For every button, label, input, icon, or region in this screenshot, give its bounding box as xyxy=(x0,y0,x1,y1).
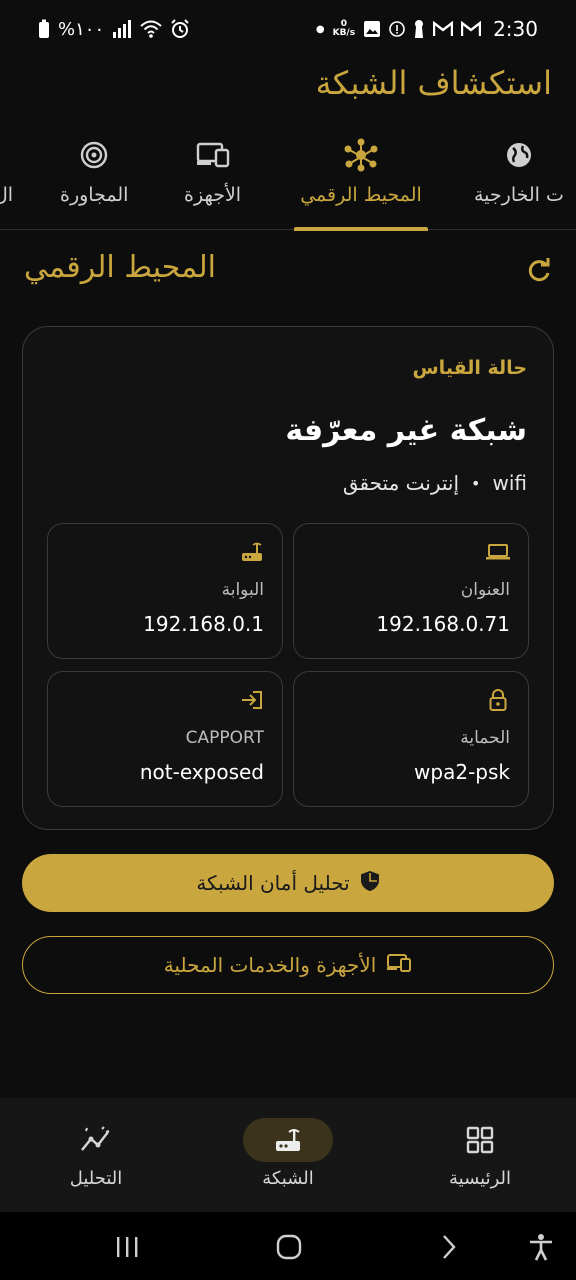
network-name: شبكة غير معرّفة xyxy=(285,413,527,448)
separator-dot: • xyxy=(471,473,481,493)
security-analysis-button[interactable]: تحليل أمان الشبكة xyxy=(22,854,554,912)
tab-digital-surroundings-label: المحيط الرقمي xyxy=(300,184,422,206)
status-bar: %١٠٠ ● 0 KB/s 2:30 xyxy=(0,0,576,58)
tab-devices[interactable]: الأجهزة xyxy=(184,132,241,230)
address-label: العنوان xyxy=(460,580,510,600)
router-icon xyxy=(240,540,264,564)
info-icon xyxy=(389,21,405,37)
app-title: استكشاف الشبكة xyxy=(315,64,552,102)
alarm-icon xyxy=(170,19,190,39)
tab-devices-label: الأجهزة xyxy=(184,184,242,206)
security-analysis-label: تحليل أمان الشبكة xyxy=(196,871,350,895)
wifi-icon xyxy=(140,20,162,38)
shield-icon xyxy=(360,870,380,897)
nav-network-label: الشبكة xyxy=(262,1168,314,1189)
image-icon xyxy=(363,20,381,38)
refresh-icon[interactable] xyxy=(524,256,554,286)
system-navigation xyxy=(0,1212,576,1280)
devices-services-label: الأجهزة والخدمات المحلية xyxy=(163,953,377,977)
nav-network[interactable]: الشبكة xyxy=(192,1098,384,1212)
nav-home[interactable]: الرئيسية xyxy=(384,1098,576,1212)
tile-address: العنوان 192.168.0.71 xyxy=(293,523,529,659)
gateway-label: البوابة xyxy=(221,580,264,600)
keyhole-icon xyxy=(413,19,425,39)
recents-icon[interactable] xyxy=(110,1230,144,1264)
gateway-value: 192.168.0.1 xyxy=(143,612,264,636)
tab-external-label: ت الخارجية xyxy=(474,184,564,206)
nav-analysis-label: التحليل xyxy=(69,1168,123,1189)
security-value: wpa2-psk xyxy=(414,760,510,784)
tile-security: الحماية wpa2-psk xyxy=(293,671,529,807)
back-icon[interactable] xyxy=(432,1230,466,1264)
status-right: ● 0 KB/s 2:30 xyxy=(316,17,538,41)
app-title-bar: استكشاف الشبكة xyxy=(24,64,552,102)
bottom-navigation: الرئيسية الشبكة التحليل xyxy=(0,1098,576,1212)
status-left: %١٠٠ xyxy=(38,19,190,40)
lock-icon xyxy=(486,688,510,712)
battery-text: %١٠٠ xyxy=(58,18,105,40)
tab-partial-label: ال xyxy=(0,184,14,206)
hub-icon xyxy=(344,132,378,178)
accessibility-icon[interactable] xyxy=(524,1230,558,1264)
capport-label: CAPPORT xyxy=(185,728,264,748)
radar-icon xyxy=(80,132,108,178)
grid-icon xyxy=(435,1118,525,1162)
analytics-icon xyxy=(51,1118,141,1162)
tab-nearby-label: المجاورة xyxy=(60,184,129,206)
home-icon[interactable] xyxy=(272,1230,306,1264)
nav-home-label: الرئيسية xyxy=(449,1168,511,1189)
clock: 2:30 xyxy=(493,17,538,41)
tab-nearby[interactable]: المجاورة xyxy=(60,132,128,230)
login-icon xyxy=(240,688,264,712)
section-title: المحيط الرقمي xyxy=(24,250,216,285)
active-tab-indicator xyxy=(294,227,428,231)
dot-icon: ● xyxy=(315,23,325,35)
devices-icon xyxy=(196,132,230,178)
router-icon xyxy=(243,1118,333,1162)
network-speed: 0 KB/s xyxy=(332,19,356,38)
capport-value: not-exposed xyxy=(139,760,264,784)
globe-icon xyxy=(505,132,533,178)
devices-services-button[interactable]: الأجهزة والخدمات المحلية xyxy=(22,936,554,994)
security-label: الحماية xyxy=(460,728,510,748)
address-value: 192.168.0.71 xyxy=(376,612,510,636)
measurement-card: حالة القياس شبكة غير معرّفة wifi • إنترن… xyxy=(22,326,554,830)
tab-digital-surroundings[interactable]: المحيط الرقمي xyxy=(294,132,428,231)
measurement-status-label: حالة القياس xyxy=(412,357,527,379)
gmail-icon-2 xyxy=(461,21,482,37)
laptop-icon xyxy=(486,540,510,564)
connection-type: wifi xyxy=(492,471,527,495)
devices-icon xyxy=(386,953,412,978)
tile-capport: CAPPORT not-exposed xyxy=(47,671,283,807)
internet-status: إنترنت متحقق xyxy=(342,471,460,495)
gmail-icon xyxy=(433,21,454,37)
signal-icon xyxy=(112,20,132,38)
tab-external[interactable]: ت الخارجية xyxy=(474,132,564,230)
tab-partial[interactable]: ال xyxy=(0,132,13,230)
battery-icon xyxy=(38,19,50,39)
tile-gateway: البوابة 192.168.0.1 xyxy=(47,523,283,659)
network-subtitle: wifi • إنترنت متحقق xyxy=(343,471,527,495)
top-tabs: ت الخارجية المحيط الرقمي الأجهزة المجاور… xyxy=(0,132,576,231)
nav-analysis[interactable]: التحليل xyxy=(0,1098,192,1212)
